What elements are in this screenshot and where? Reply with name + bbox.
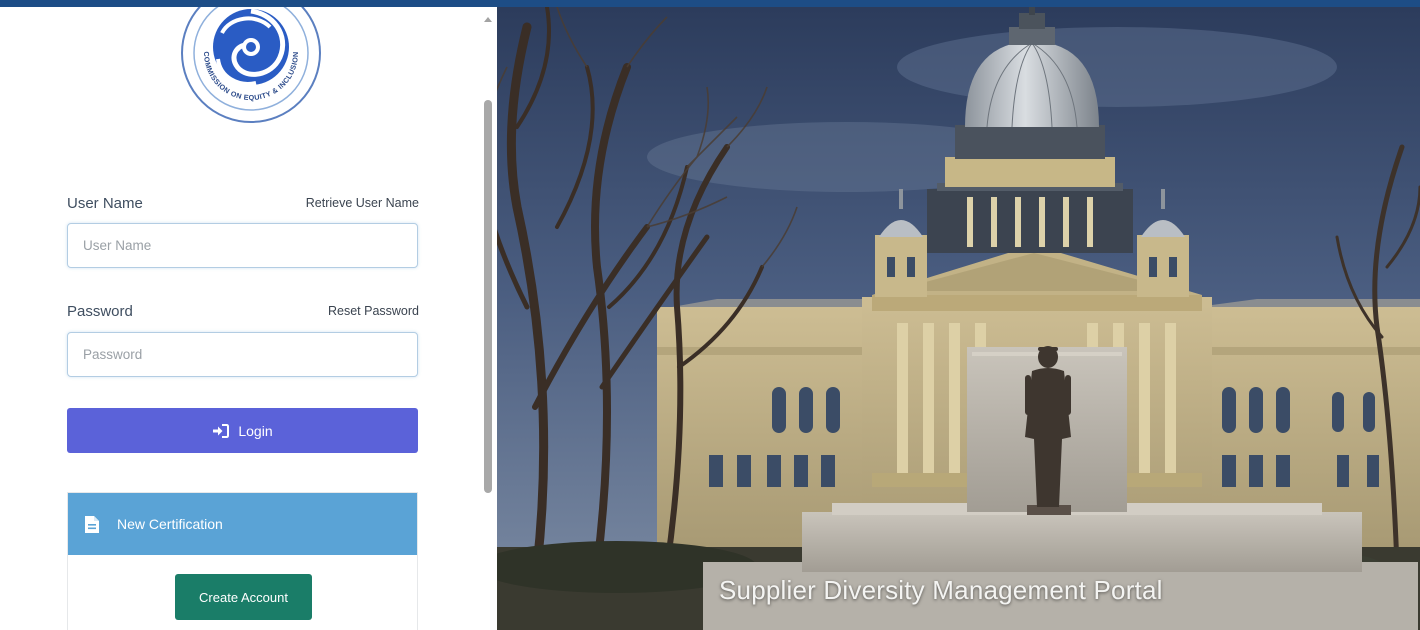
new-certification-label: New Certification — [117, 516, 223, 532]
create-account-button[interactable]: Create Account — [175, 574, 312, 620]
new-certification-card: New Certification Create Account — [67, 492, 418, 630]
login-button-label: Login — [238, 422, 273, 439]
capitol-building-image — [497, 7, 1420, 630]
password-label: Password — [67, 303, 133, 320]
reset-password-link[interactable]: Reset Password — [328, 304, 419, 318]
hero-caption: Supplier Diversity Management Portal — [719, 575, 1163, 605]
login-panel: COMMISSION ON EQUITY & INCLUSION User Na… — [0, 7, 497, 630]
username-label: User Name — [67, 195, 143, 212]
scroll-up-icon[interactable] — [484, 17, 492, 22]
panel-scrollbar[interactable] — [481, 7, 495, 630]
top-accent-bar — [0, 0, 1420, 7]
scrollbar-thumb[interactable] — [484, 100, 492, 493]
sign-in-icon — [213, 423, 230, 438]
username-input[interactable] — [67, 223, 418, 268]
commission-logo: COMMISSION ON EQUITY & INCLUSION — [181, 7, 321, 123]
login-button[interactable]: Login — [67, 408, 418, 453]
retrieve-username-link[interactable]: Retrieve User Name — [306, 196, 419, 210]
new-certification-header[interactable]: New Certification — [68, 493, 417, 555]
password-input[interactable] — [67, 332, 418, 377]
hero-image: Supplier Diversity Management Portal — [497, 7, 1420, 630]
document-icon — [85, 515, 99, 533]
